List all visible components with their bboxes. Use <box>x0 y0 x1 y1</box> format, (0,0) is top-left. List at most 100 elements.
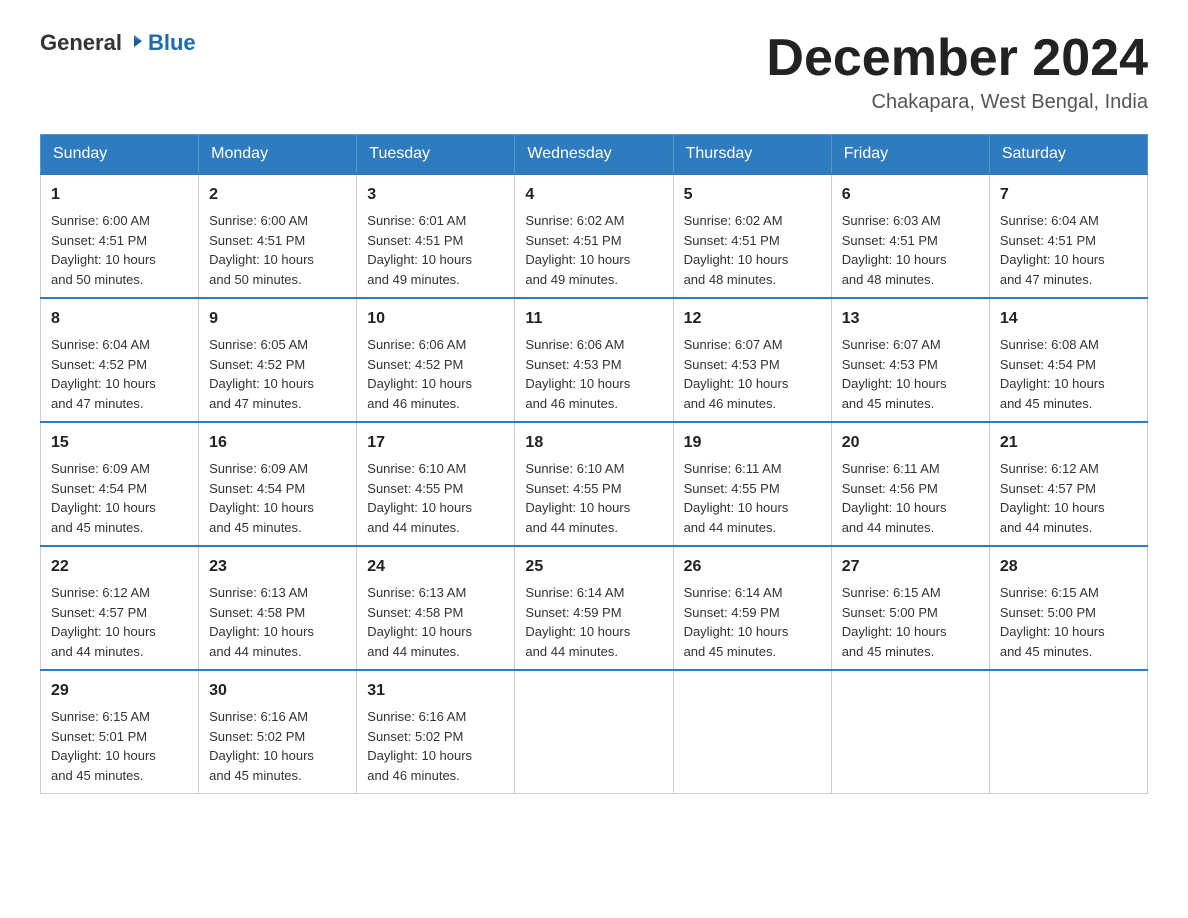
calendar-cell: 20 Sunrise: 6:11 AMSunset: 4:56 PMDaylig… <box>831 422 989 546</box>
day-number: 23 <box>209 555 346 579</box>
calendar-cell: 28 Sunrise: 6:15 AMSunset: 5:00 PMDaylig… <box>989 546 1147 670</box>
header-wednesday: Wednesday <box>515 135 673 175</box>
calendar-header-row: SundayMondayTuesdayWednesdayThursdayFrid… <box>41 135 1148 175</box>
day-number: 10 <box>367 307 504 331</box>
day-info: Sunrise: 6:03 AMSunset: 4:51 PMDaylight:… <box>842 213 947 287</box>
calendar-cell: 29 Sunrise: 6:15 AMSunset: 5:01 PMDaylig… <box>41 670 199 794</box>
day-number: 26 <box>684 555 821 579</box>
day-number: 4 <box>525 183 662 207</box>
day-info: Sunrise: 6:15 AMSunset: 5:00 PMDaylight:… <box>1000 585 1105 659</box>
calendar-cell: 8 Sunrise: 6:04 AMSunset: 4:52 PMDayligh… <box>41 298 199 422</box>
calendar-cell: 1 Sunrise: 6:00 AMSunset: 4:51 PMDayligh… <box>41 174 199 298</box>
day-number: 25 <box>525 555 662 579</box>
calendar-cell: 5 Sunrise: 6:02 AMSunset: 4:51 PMDayligh… <box>673 174 831 298</box>
calendar-cell: 24 Sunrise: 6:13 AMSunset: 4:58 PMDaylig… <box>357 546 515 670</box>
day-number: 31 <box>367 679 504 703</box>
day-info: Sunrise: 6:14 AMSunset: 4:59 PMDaylight:… <box>525 585 630 659</box>
header-monday: Monday <box>199 135 357 175</box>
day-info: Sunrise: 6:15 AMSunset: 5:01 PMDaylight:… <box>51 709 156 783</box>
calendar-week-row: 15 Sunrise: 6:09 AMSunset: 4:54 PMDaylig… <box>41 422 1148 546</box>
day-info: Sunrise: 6:11 AMSunset: 4:55 PMDaylight:… <box>684 461 789 535</box>
day-number: 27 <box>842 555 979 579</box>
day-number: 6 <box>842 183 979 207</box>
logo-blue: Blue <box>148 30 196 55</box>
day-info: Sunrise: 6:09 AMSunset: 4:54 PMDaylight:… <box>51 461 156 535</box>
day-info: Sunrise: 6:00 AMSunset: 4:51 PMDaylight:… <box>51 213 156 287</box>
calendar-week-row: 29 Sunrise: 6:15 AMSunset: 5:01 PMDaylig… <box>41 670 1148 794</box>
title-block: December 2024 Chakapara, West Bengal, In… <box>766 30 1148 114</box>
calendar-cell <box>673 670 831 794</box>
calendar-cell: 30 Sunrise: 6:16 AMSunset: 5:02 PMDaylig… <box>199 670 357 794</box>
day-number: 19 <box>684 431 821 455</box>
day-info: Sunrise: 6:13 AMSunset: 4:58 PMDaylight:… <box>367 585 472 659</box>
day-number: 29 <box>51 679 188 703</box>
calendar-cell: 23 Sunrise: 6:13 AMSunset: 4:58 PMDaylig… <box>199 546 357 670</box>
day-number: 12 <box>684 307 821 331</box>
day-info: Sunrise: 6:12 AMSunset: 4:57 PMDaylight:… <box>1000 461 1105 535</box>
calendar-week-row: 22 Sunrise: 6:12 AMSunset: 4:57 PMDaylig… <box>41 546 1148 670</box>
day-info: Sunrise: 6:16 AMSunset: 5:02 PMDaylight:… <box>367 709 472 783</box>
day-info: Sunrise: 6:05 AMSunset: 4:52 PMDaylight:… <box>209 337 314 411</box>
day-info: Sunrise: 6:09 AMSunset: 4:54 PMDaylight:… <box>209 461 314 535</box>
calendar-cell: 12 Sunrise: 6:07 AMSunset: 4:53 PMDaylig… <box>673 298 831 422</box>
day-info: Sunrise: 6:13 AMSunset: 4:58 PMDaylight:… <box>209 585 314 659</box>
day-info: Sunrise: 6:04 AMSunset: 4:52 PMDaylight:… <box>51 337 156 411</box>
header-sunday: Sunday <box>41 135 199 175</box>
day-number: 9 <box>209 307 346 331</box>
calendar-cell: 13 Sunrise: 6:07 AMSunset: 4:53 PMDaylig… <box>831 298 989 422</box>
day-info: Sunrise: 6:07 AMSunset: 4:53 PMDaylight:… <box>842 337 947 411</box>
calendar-cell: 31 Sunrise: 6:16 AMSunset: 5:02 PMDaylig… <box>357 670 515 794</box>
calendar-cell: 9 Sunrise: 6:05 AMSunset: 4:52 PMDayligh… <box>199 298 357 422</box>
calendar-week-row: 1 Sunrise: 6:00 AMSunset: 4:51 PMDayligh… <box>41 174 1148 298</box>
calendar-cell: 3 Sunrise: 6:01 AMSunset: 4:51 PMDayligh… <box>357 174 515 298</box>
calendar-cell: 18 Sunrise: 6:10 AMSunset: 4:55 PMDaylig… <box>515 422 673 546</box>
day-info: Sunrise: 6:00 AMSunset: 4:51 PMDaylight:… <box>209 213 314 287</box>
day-info: Sunrise: 6:01 AMSunset: 4:51 PMDaylight:… <box>367 213 472 287</box>
day-info: Sunrise: 6:10 AMSunset: 4:55 PMDaylight:… <box>525 461 630 535</box>
day-info: Sunrise: 6:02 AMSunset: 4:51 PMDaylight:… <box>525 213 630 287</box>
day-info: Sunrise: 6:15 AMSunset: 5:00 PMDaylight:… <box>842 585 947 659</box>
day-number: 5 <box>684 183 821 207</box>
day-info: Sunrise: 6:10 AMSunset: 4:55 PMDaylight:… <box>367 461 472 535</box>
month-title: December 2024 <box>766 30 1148 87</box>
day-number: 18 <box>525 431 662 455</box>
calendar-cell: 25 Sunrise: 6:14 AMSunset: 4:59 PMDaylig… <box>515 546 673 670</box>
header-friday: Friday <box>831 135 989 175</box>
header-tuesday: Tuesday <box>357 135 515 175</box>
day-info: Sunrise: 6:04 AMSunset: 4:51 PMDaylight:… <box>1000 213 1105 287</box>
calendar-cell: 7 Sunrise: 6:04 AMSunset: 4:51 PMDayligh… <box>989 174 1147 298</box>
calendar-cell: 22 Sunrise: 6:12 AMSunset: 4:57 PMDaylig… <box>41 546 199 670</box>
calendar-cell <box>831 670 989 794</box>
day-info: Sunrise: 6:06 AMSunset: 4:52 PMDaylight:… <box>367 337 472 411</box>
day-number: 11 <box>525 307 662 331</box>
day-number: 20 <box>842 431 979 455</box>
day-info: Sunrise: 6:02 AMSunset: 4:51 PMDaylight:… <box>684 213 789 287</box>
calendar-cell: 11 Sunrise: 6:06 AMSunset: 4:53 PMDaylig… <box>515 298 673 422</box>
calendar-cell: 26 Sunrise: 6:14 AMSunset: 4:59 PMDaylig… <box>673 546 831 670</box>
calendar-cell: 15 Sunrise: 6:09 AMSunset: 4:54 PMDaylig… <box>41 422 199 546</box>
day-info: Sunrise: 6:08 AMSunset: 4:54 PMDaylight:… <box>1000 337 1105 411</box>
day-number: 3 <box>367 183 504 207</box>
calendar-cell: 16 Sunrise: 6:09 AMSunset: 4:54 PMDaylig… <box>199 422 357 546</box>
calendar-cell <box>989 670 1147 794</box>
day-number: 28 <box>1000 555 1137 579</box>
day-number: 16 <box>209 431 346 455</box>
header-thursday: Thursday <box>673 135 831 175</box>
calendar-cell: 4 Sunrise: 6:02 AMSunset: 4:51 PMDayligh… <box>515 174 673 298</box>
day-number: 17 <box>367 431 504 455</box>
calendar-cell: 2 Sunrise: 6:00 AMSunset: 4:51 PMDayligh… <box>199 174 357 298</box>
day-number: 8 <box>51 307 188 331</box>
calendar-cell <box>515 670 673 794</box>
day-number: 30 <box>209 679 346 703</box>
day-info: Sunrise: 6:07 AMSunset: 4:53 PMDaylight:… <box>684 337 789 411</box>
calendar-week-row: 8 Sunrise: 6:04 AMSunset: 4:52 PMDayligh… <box>41 298 1148 422</box>
calendar-cell: 10 Sunrise: 6:06 AMSunset: 4:52 PMDaylig… <box>357 298 515 422</box>
day-number: 21 <box>1000 431 1137 455</box>
page-header: General Blue December 2024 Chakapara, We… <box>40 30 1148 114</box>
day-info: Sunrise: 6:12 AMSunset: 4:57 PMDaylight:… <box>51 585 156 659</box>
calendar-table: SundayMondayTuesdayWednesdayThursdayFrid… <box>40 134 1148 794</box>
day-info: Sunrise: 6:16 AMSunset: 5:02 PMDaylight:… <box>209 709 314 783</box>
day-number: 14 <box>1000 307 1137 331</box>
calendar-cell: 6 Sunrise: 6:03 AMSunset: 4:51 PMDayligh… <box>831 174 989 298</box>
logo: General Blue <box>40 30 196 56</box>
